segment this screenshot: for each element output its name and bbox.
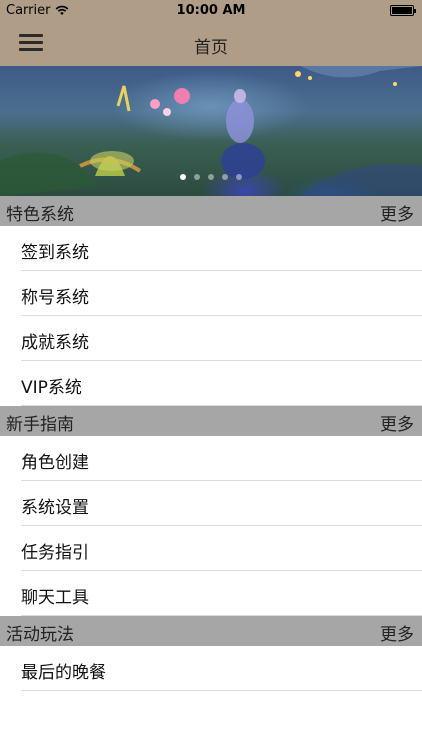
list-item[interactable]: 角色创建 (0, 436, 422, 481)
more-link[interactable]: 更多 (380, 620, 414, 645)
list-item[interactable]: 签到系统 (0, 226, 422, 271)
list-item-label: 称号系统 (21, 288, 89, 308)
page-dot[interactable] (236, 174, 242, 180)
nav-bar: 首页 (0, 22, 422, 66)
page-dot[interactable] (180, 174, 186, 180)
list-item[interactable]: 聊天工具 (0, 571, 422, 616)
list-item-label: 最后的晚餐 (21, 663, 106, 683)
more-link[interactable]: 更多 (380, 200, 414, 225)
battery-icon (390, 5, 416, 16)
section-title: 活动玩法 (6, 625, 74, 645)
section-title: 特色系统 (6, 205, 74, 225)
list-item-label: 签到系统 (21, 243, 89, 263)
list-item-label: 角色创建 (21, 453, 89, 473)
status-bar: Carrier 10:00 AM (0, 0, 422, 22)
section-title: 新手指南 (6, 415, 74, 435)
page-dot[interactable] (222, 174, 228, 180)
page-dot[interactable] (194, 174, 200, 180)
list-item-label: 任务指引 (21, 543, 89, 563)
list-item[interactable]: 最后的晚餐 (0, 646, 422, 691)
page-title: 首页 (194, 38, 228, 58)
list-item[interactable]: VIP系统 (0, 361, 422, 406)
more-link[interactable]: 更多 (380, 410, 414, 435)
list-item[interactable]: 任务指引 (0, 526, 422, 571)
page-dot[interactable] (208, 174, 214, 180)
section-header: 新手指南 更多 (0, 406, 422, 436)
list-item-label: 成就系统 (21, 333, 89, 353)
section-header: 特色系统 更多 (0, 196, 422, 226)
list-item[interactable]: 系统设置 (0, 481, 422, 526)
page-indicator[interactable] (0, 174, 422, 180)
list-item-label: 系统设置 (21, 498, 89, 518)
list-item-label: 聊天工具 (21, 588, 89, 608)
section-header: 活动玩法 更多 (0, 616, 422, 646)
list-item[interactable]: 成就系统 (0, 316, 422, 361)
clock: 10:00 AM (176, 3, 246, 18)
row-separator (21, 690, 422, 691)
list-item-label: VIP系统 (21, 378, 82, 398)
list-item[interactable]: 称号系统 (0, 271, 422, 316)
